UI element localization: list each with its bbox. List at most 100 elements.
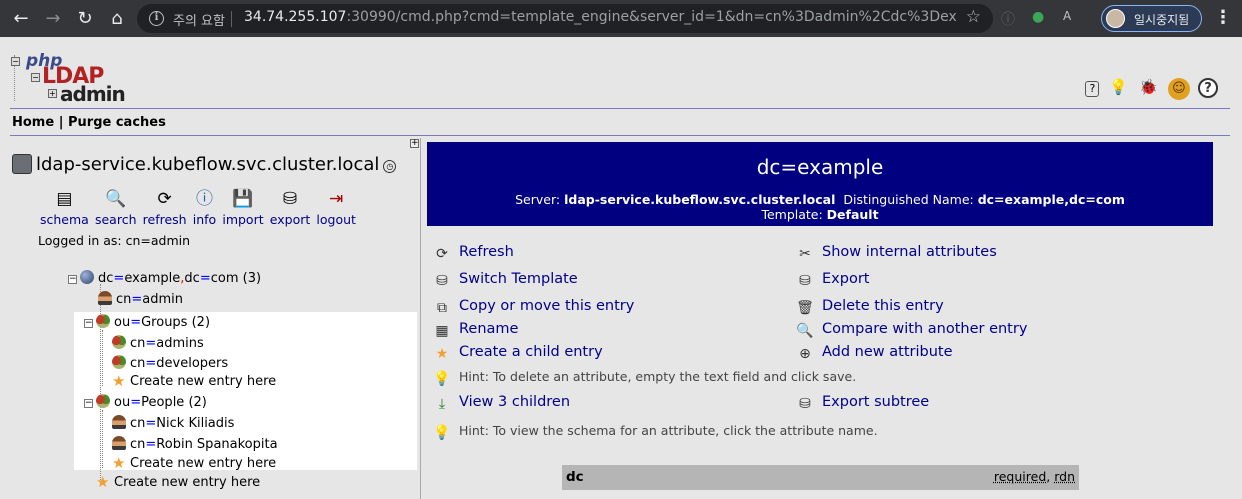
info-icon[interactable]: i xyxy=(149,11,164,26)
forward-arrow-icon[interactable]: → xyxy=(40,6,66,32)
collapse-icon[interactable]: − xyxy=(84,399,93,408)
home-link[interactable]: Home xyxy=(12,115,54,130)
switch-template-action[interactable]: ⛁ Switch Template xyxy=(433,271,578,290)
attribute-name[interactable]: dc xyxy=(566,469,584,485)
home-icon[interactable]: ⌂ xyxy=(104,6,130,32)
import-tool[interactable]: 💾 import xyxy=(222,188,263,228)
download-arrow-icon: ⤓ xyxy=(438,396,446,412)
tree-node-groups[interactable]: − ou=Groups (2) xyxy=(84,314,210,330)
tool-label: logout xyxy=(316,212,356,227)
schema-icon: ▤ xyxy=(56,189,73,209)
evernote-icon[interactable]: ● xyxy=(1032,9,1044,25)
delete-action[interactable]: 🗑 Delete this entry xyxy=(796,298,944,317)
copy-move-action[interactable]: ⧉ Copy or move this entry xyxy=(433,298,634,317)
profile-button[interactable]: 일시중지됨 xyxy=(1101,5,1202,32)
show-internal-action[interactable]: ✂ Show internal attributes xyxy=(796,244,997,263)
clock-icon[interactable]: ◷ xyxy=(383,160,397,173)
top-menu: Home | Purge caches xyxy=(10,111,1230,135)
entry-panel: dc=example Server: ldap-service.kubeflow… xyxy=(421,138,1221,499)
refresh-action[interactable]: ⟳ Refresh xyxy=(433,244,514,263)
address-bar[interactable]: i 주의 요함 34.74.255.107:30990/cmd.php?cmd=… xyxy=(137,4,993,33)
tree-node-root[interactable]: − dc=example,dc=com (3) xyxy=(68,270,261,286)
help-circle-icon[interactable]: ? xyxy=(1198,78,1218,98)
tree-node-robin[interactable]: cn=Robin Spanakopita xyxy=(112,436,278,452)
translate-icon[interactable]: A xyxy=(1063,9,1071,23)
dn-label: Distinguished Name: xyxy=(843,192,974,207)
hint-text: Hint: To delete an attribute, empty the … xyxy=(459,369,857,384)
tree-node-nick[interactable]: cn=Nick Kiliadis xyxy=(112,415,234,431)
create-entry-link[interactable]: ★ Create new entry here xyxy=(112,372,276,390)
lightbulb-icon[interactable]: 💡 xyxy=(1108,76,1130,98)
collapse-icon[interactable]: − xyxy=(68,275,77,284)
export-tool[interactable]: ⛁ export xyxy=(270,188,311,228)
export-subtree-link[interactable]: Export subtree xyxy=(822,394,929,410)
purge-caches-link[interactable]: Purge caches xyxy=(68,115,166,130)
expand-icon[interactable]: + xyxy=(410,139,419,148)
server-name: ldap-service.kubeflow.svc.cluster.local xyxy=(36,154,380,175)
smiley-icon[interactable]: ☺ xyxy=(1167,78,1190,100)
help-question-icon[interactable]: ? xyxy=(1085,81,1100,97)
create-entry-link[interactable]: ★ Create new entry here xyxy=(96,475,260,491)
create-entry-link[interactable]: ★ Create new entry here xyxy=(112,456,276,472)
logged-in-label: Logged in as: xyxy=(38,233,122,248)
create-child-action[interactable]: ★ Create a child entry xyxy=(433,344,603,363)
collapse-icon[interactable]: − xyxy=(84,319,93,328)
copy-move-link[interactable]: Copy or move this entry xyxy=(459,298,634,314)
template-icon: ⛁ xyxy=(436,273,448,289)
view-children-action[interactable]: ⤓ View 3 children xyxy=(433,394,570,413)
phpldapadmin-logo[interactable]: − − + php LDAP admin xyxy=(11,51,126,106)
switch-template-link[interactable]: Switch Template xyxy=(459,271,578,287)
extension-icon[interactable]: ⓘ xyxy=(1001,9,1015,29)
tool-label: import xyxy=(222,212,264,227)
refresh-tool[interactable]: ⟳ refresh xyxy=(143,188,187,228)
tool-label: export xyxy=(269,212,311,227)
logo-box-icon: + xyxy=(48,89,57,98)
back-arrow-icon[interactable]: ← xyxy=(8,6,34,32)
info-tool[interactable]: ⓘ info xyxy=(193,188,216,228)
group-icon xyxy=(96,394,110,408)
view-children-link[interactable]: View 3 children xyxy=(459,394,570,410)
rename-link[interactable]: Rename xyxy=(459,321,518,337)
export-link[interactable]: Export xyxy=(822,271,869,287)
add-attribute-link[interactable]: Add new attribute xyxy=(822,344,953,360)
export-subtree-action[interactable]: ⛁ Export subtree xyxy=(796,394,929,413)
search-tool[interactable]: 🔍 search xyxy=(95,188,137,228)
refresh-link[interactable]: Refresh xyxy=(459,244,514,260)
tree-node-people[interactable]: − ou=People (2) xyxy=(84,394,207,410)
info-icon: ⓘ xyxy=(195,189,213,209)
security-label[interactable]: 주의 요함 xyxy=(173,10,225,29)
tree-node-admins[interactable]: cn=admins xyxy=(112,335,204,351)
user-icon xyxy=(98,291,112,305)
delete-link[interactable]: Delete this entry xyxy=(822,298,944,314)
profile-status: 일시중지됨 xyxy=(1134,13,1190,27)
tool-label: refresh xyxy=(142,212,187,227)
logo-admin: admin xyxy=(60,82,126,106)
url-text[interactable]: 34.74.255.107:30990/cmd.php?cmd=template… xyxy=(244,9,956,25)
export-action[interactable]: ⛁ Export xyxy=(796,271,869,290)
tree-node-developers[interactable]: cn=developers xyxy=(112,355,228,371)
star-icon: ★ xyxy=(112,372,126,390)
bug-icon[interactable]: 🐞 xyxy=(1138,76,1160,98)
server-label: Server: xyxy=(515,192,561,207)
reload-icon[interactable]: ↻ xyxy=(72,6,98,32)
export-icon: ⛁ xyxy=(282,189,298,209)
compare-action[interactable]: 🔍 Compare with another entry xyxy=(796,321,1027,340)
logout-tool[interactable]: ⇥ logout xyxy=(316,188,356,228)
entry-meta: Server: ldap-service.kubeflow.svc.cluste… xyxy=(427,192,1213,222)
server-header: ldap-service.kubeflow.svc.cluster.local ◷ xyxy=(12,154,397,175)
menu-kebab-icon[interactable]: ⋮ xyxy=(1214,7,1232,28)
create-child-link[interactable]: Create a child entry xyxy=(459,344,603,360)
browser-toolbar: ← → ↻ ⌂ i 주의 요함 34.74.255.107:30990/cmd.… xyxy=(0,0,1242,37)
logged-in-user: cn=admin xyxy=(125,233,191,248)
bookmark-star-icon[interactable]: ☆ xyxy=(966,7,981,27)
schema-tool[interactable]: ▤ schema xyxy=(40,188,89,228)
compare-link[interactable]: Compare with another entry xyxy=(822,321,1027,337)
add-attribute-action[interactable]: ⊕ Add new attribute xyxy=(796,344,953,363)
tree-node-admin[interactable]: cn=admin xyxy=(98,291,183,307)
group-icon xyxy=(112,355,126,369)
show-internal-link[interactable]: Show internal attributes xyxy=(822,244,997,260)
compare-icon: 🔍 xyxy=(796,323,814,339)
search-icon: 🔍 xyxy=(105,189,127,209)
rename-action[interactable]: ▦ Rename xyxy=(433,321,518,340)
logout-icon: ⇥ xyxy=(329,189,344,209)
